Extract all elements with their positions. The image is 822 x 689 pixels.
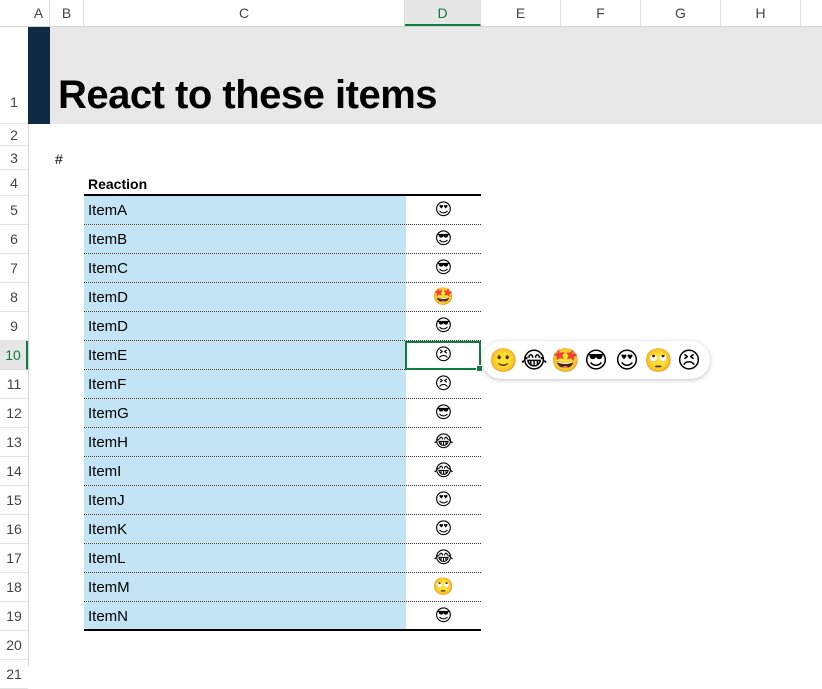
row-header-bar: 1 2 3 4 5 6 7 8 9 10 11 12 13 14 15 16 17 18 19 20 21	[0, 26, 29, 689]
table-row: ItemL 😂	[84, 544, 481, 573]
row-header-21[interactable]: 21	[0, 660, 28, 689]
table-row: ItemN 😎	[84, 602, 481, 631]
heart-eyes-icon[interactable]: 😍	[613, 345, 641, 375]
slightly-smiling-face-icon[interactable]: 🙂	[489, 345, 518, 375]
reaction-emoji-cell[interactable]: 😎	[406, 312, 481, 340]
row-header-5[interactable]: 5	[0, 196, 28, 225]
row-header-1[interactable]: 1	[0, 26, 28, 124]
emoji-reaction-picker: 🙂 😂 🤩 😎 😍 🙄 😣	[482, 341, 710, 379]
table-header-reaction[interactable]: Reaction	[84, 170, 481, 196]
item-name-cell[interactable]: ItemB	[84, 225, 406, 253]
reaction-emoji-cell[interactable]: 😍	[406, 196, 481, 224]
item-name-cell[interactable]: ItemC	[84, 254, 406, 282]
row-header-6[interactable]: 6	[0, 225, 28, 254]
hash-cell[interactable]: #	[55, 151, 63, 167]
item-name-cell[interactable]: ItemA	[84, 196, 406, 224]
table-row: ItemA 😍	[84, 196, 481, 225]
row-header-8[interactable]: 8	[0, 283, 28, 312]
column-header-bar: ABCDEFGH	[0, 0, 822, 27]
column-header-h[interactable]: H	[721, 0, 801, 26]
table-row: ItemF 😣	[84, 370, 481, 399]
column-header-c[interactable]: C	[84, 0, 405, 26]
row-header-12[interactable]: 12	[0, 399, 28, 428]
item-name-cell[interactable]: ItemJ	[84, 486, 406, 514]
row-header-9[interactable]: 9	[0, 312, 28, 341]
item-name-cell[interactable]: ItemK	[84, 515, 406, 543]
column-header-a[interactable]: A	[28, 0, 50, 26]
row-header-15[interactable]: 15	[0, 486, 28, 515]
reaction-emoji-cell[interactable]: 😍	[406, 486, 481, 514]
selected-cell-d10[interactable]	[405, 341, 483, 372]
row-header-17[interactable]: 17	[0, 544, 28, 573]
reaction-emoji-cell[interactable]: 😂	[406, 544, 481, 572]
reaction-emoji-cell[interactable]: 😎	[406, 399, 481, 427]
persevering-face-icon[interactable]: 😣	[675, 345, 703, 375]
row-header-4[interactable]: 4	[0, 170, 28, 196]
reaction-emoji-cell[interactable]: 😍	[406, 515, 481, 543]
table-row: ItemM 🙄	[84, 573, 481, 602]
item-name-cell[interactable]: ItemL	[84, 544, 406, 572]
reaction-emoji-cell[interactable]: 😣	[406, 370, 481, 398]
table-row: ItemC 😎	[84, 254, 481, 283]
row-header-3[interactable]: 3	[0, 146, 28, 170]
row-header-13[interactable]: 13	[0, 428, 28, 457]
reaction-emoji-cell[interactable]: 😎	[406, 602, 481, 629]
table-row: ItemK 😍	[84, 515, 481, 544]
reaction-emoji-cell[interactable]: 😂	[406, 428, 481, 456]
table-row: ItemD 🤩	[84, 283, 481, 312]
row-header-18[interactable]: 18	[0, 573, 28, 602]
table-row: ItemI 😂	[84, 457, 481, 486]
item-name-cell[interactable]: ItemD	[84, 312, 406, 340]
reaction-emoji-cell[interactable]: 😎	[406, 225, 481, 253]
item-name-cell[interactable]: ItemG	[84, 399, 406, 427]
row-header-19[interactable]: 19	[0, 602, 28, 631]
column-header-b[interactable]: B	[50, 0, 84, 26]
item-name-cell[interactable]: ItemN	[84, 602, 406, 629]
table-row: ItemD 😎	[84, 312, 481, 341]
row-header-11[interactable]: 11	[0, 370, 28, 399]
column-header-g[interactable]: G	[641, 0, 721, 26]
row-header-20[interactable]: 20	[0, 631, 28, 660]
row-header-16[interactable]: 16	[0, 515, 28, 544]
title-accent-band	[28, 27, 50, 124]
item-name-cell[interactable]: ItemM	[84, 573, 406, 601]
column-header-e[interactable]: E	[481, 0, 561, 26]
item-name-cell[interactable]: ItemH	[84, 428, 406, 456]
row-header-10[interactable]: 10	[0, 341, 28, 370]
eye-roll-icon[interactable]: 🙄	[644, 345, 673, 375]
item-name-cell[interactable]: ItemD	[84, 283, 406, 311]
reaction-emoji-cell[interactable]: 🤩	[406, 283, 481, 311]
page-title[interactable]: React to these items	[58, 70, 438, 120]
item-name-cell[interactable]: ItemE	[84, 341, 406, 369]
table-row: ItemJ 😍	[84, 486, 481, 515]
column-header-d[interactable]: D	[405, 0, 481, 26]
reaction-emoji-cell[interactable]: 🙄	[406, 573, 481, 601]
table-row: ItemB 😎	[84, 225, 481, 254]
row-header-7[interactable]: 7	[0, 254, 28, 283]
table-row: ItemG 😎	[84, 399, 481, 428]
row-header-2[interactable]: 2	[0, 124, 28, 146]
table-row: ItemH 😂	[84, 428, 481, 457]
reaction-emoji-cell[interactable]: 😎	[406, 254, 481, 282]
tears-of-joy-icon[interactable]: 😂	[520, 345, 548, 375]
reaction-emoji-cell[interactable]: 😂	[406, 457, 481, 485]
column-header-f[interactable]: F	[561, 0, 641, 26]
star-struck-icon[interactable]: 🤩	[551, 345, 580, 375]
row-header-14[interactable]: 14	[0, 457, 28, 486]
item-name-cell[interactable]: ItemI	[84, 457, 406, 485]
sunglasses-face-icon[interactable]: 😎	[582, 345, 610, 375]
item-name-cell[interactable]: ItemF	[84, 370, 406, 398]
